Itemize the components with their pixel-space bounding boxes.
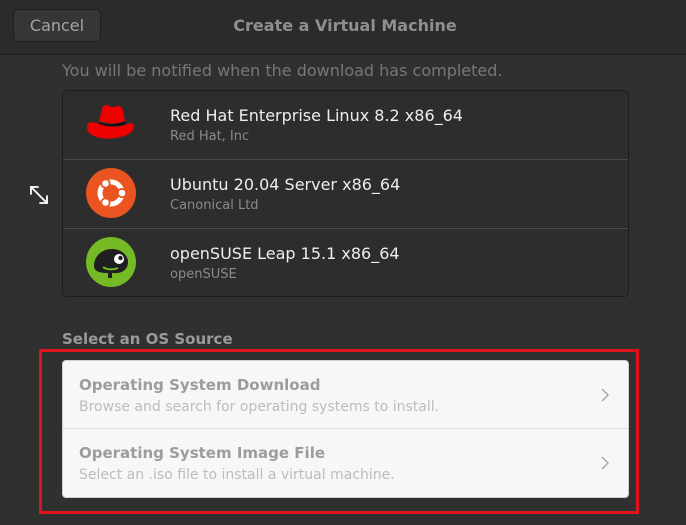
os-vendor: openSUSE xyxy=(170,267,237,282)
ubuntu-logo-icon xyxy=(86,168,136,218)
os-name: Ubuntu 20.04 Server x86_64 xyxy=(170,175,401,194)
os-download-list: Red Hat Enterprise Linux 8.2 x86_64 Red … xyxy=(62,90,629,297)
os-vendor: Red Hat, Inc xyxy=(170,129,250,144)
os-item-ubuntu[interactable]: Ubuntu 20.04 Server x86_64 Canonical Ltd xyxy=(63,160,628,229)
redhat-logo-icon xyxy=(87,105,135,139)
create-vm-dialog: Cancel Create a Virtual Machine You will… xyxy=(0,0,686,525)
os-item-opensuse[interactable]: openSUSE Leap 15.1 x86_64 openSUSE xyxy=(63,229,628,296)
header-bar: Cancel Create a Virtual Machine xyxy=(0,0,686,55)
window-title: Create a Virtual Machine xyxy=(233,16,457,35)
highlight-annotation-frame xyxy=(39,349,639,514)
os-name: openSUSE Leap 15.1 x86_64 xyxy=(170,244,400,263)
opensuse-logo-icon xyxy=(86,237,136,287)
move-cursor-icon xyxy=(30,186,48,204)
download-notice: You will be notified when the download h… xyxy=(62,61,503,80)
cancel-button[interactable]: Cancel xyxy=(13,9,101,42)
os-source-heading: Select an OS Source xyxy=(62,330,233,348)
os-vendor: Canonical Ltd xyxy=(170,198,259,213)
os-item-rhel[interactable]: Red Hat Enterprise Linux 8.2 x86_64 Red … xyxy=(63,91,628,160)
os-name: Red Hat Enterprise Linux 8.2 x86_64 xyxy=(170,106,463,125)
